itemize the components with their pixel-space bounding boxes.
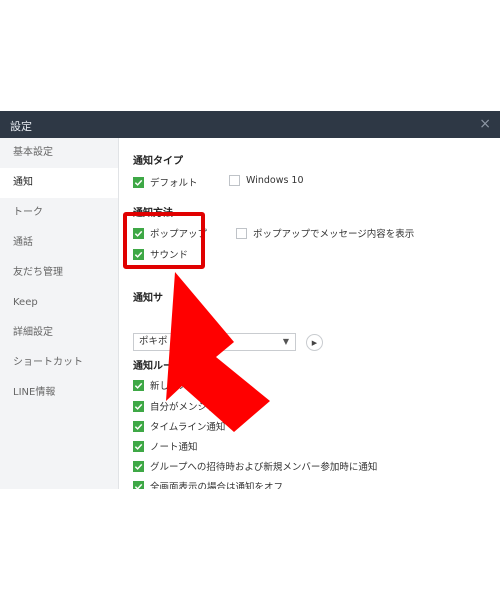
pointer-arrow xyxy=(166,272,270,432)
